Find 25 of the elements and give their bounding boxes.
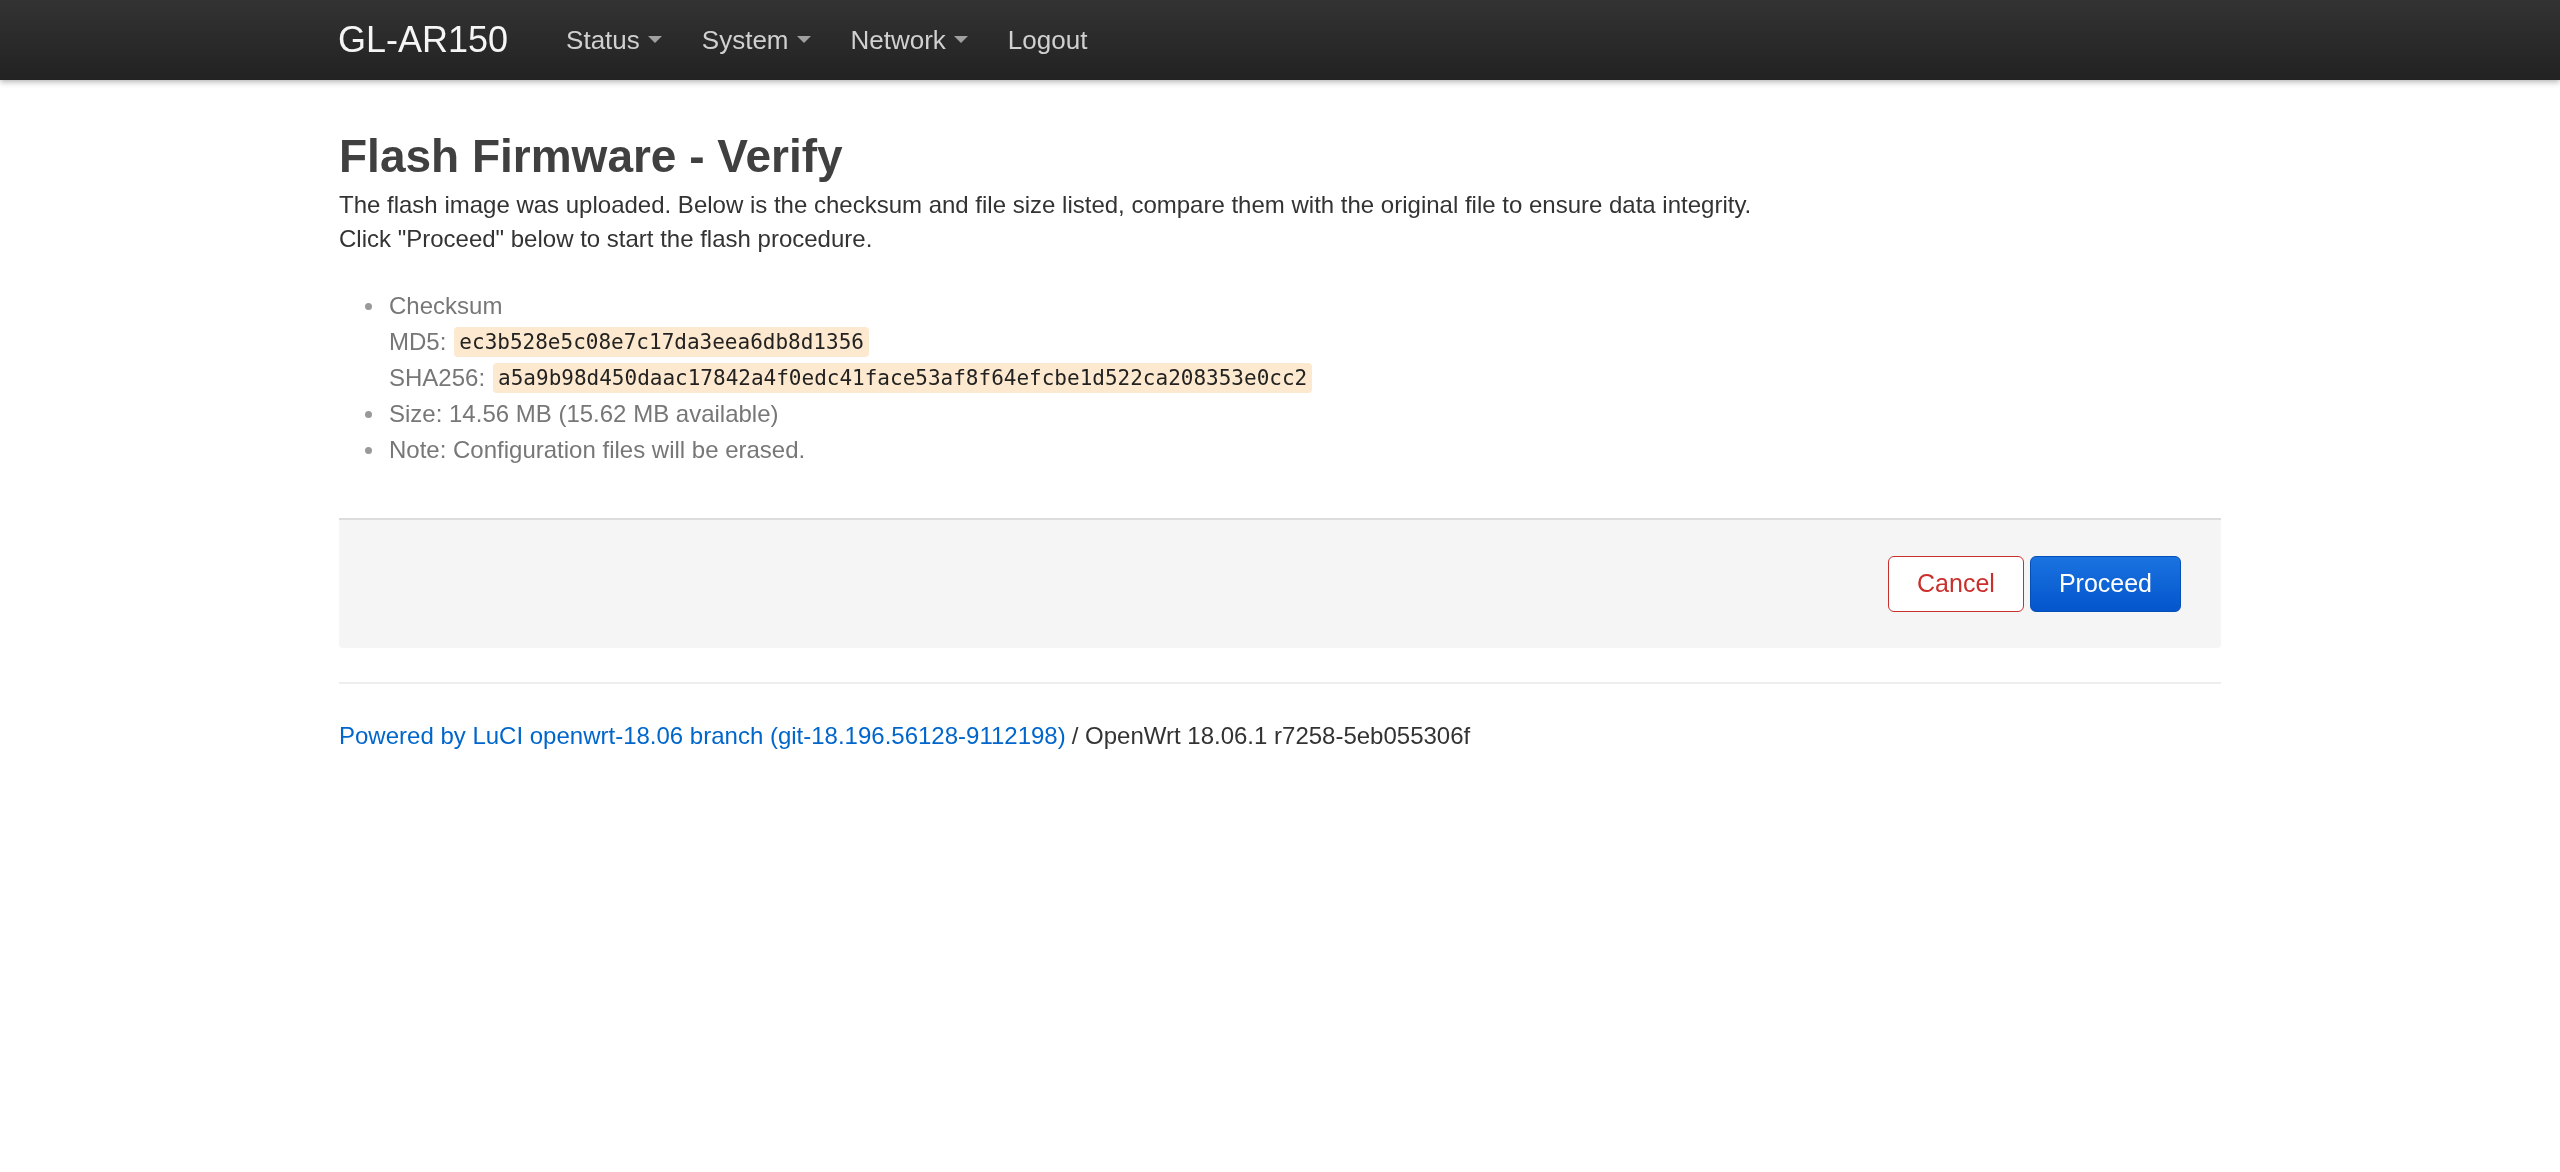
- hash-value: ec3b528e5c08e7c17da3eea6db8d1356: [454, 327, 869, 357]
- version-text: / OpenWrt 18.06.1 r7258-5eb055306f: [1071, 722, 1471, 749]
- bullet-icon: [365, 447, 372, 454]
- nav-menu-item[interactable]: System: [701, 20, 811, 60]
- page-title: Flash Firmware - Verify: [339, 129, 844, 184]
- caret-icon: [953, 36, 968, 44]
- nav-menu-item[interactable]: Network: [850, 20, 968, 60]
- nav-menu-item[interactable]: Status: [566, 20, 662, 60]
- description-text: The flash image was uploaded. Below is the checksum and file size listed, compare them with the original file to ensure data integrity.: [339, 190, 1753, 220]
- hash-value: a5a9b98d450daac17842a4f0edc41face53af8f64efcbe1d522ca208353e0cc2: [493, 363, 1313, 393]
- hash-label: MD5:: [389, 327, 447, 357]
- bullet-icon: [365, 303, 372, 310]
- detail-text: Note: Configuration files will be erased.: [389, 435, 806, 465]
- cancel-button[interactable]: Cancel: [1888, 556, 2024, 612]
- caret-icon: [796, 36, 811, 44]
- detail-label: Checksum: [389, 291, 504, 321]
- hash-label: SHA256:: [389, 363, 486, 393]
- proceed-button[interactable]: Proceed: [2029, 556, 2181, 612]
- detail-text: Size: 14.56 MB (15.62 MB available): [389, 399, 779, 429]
- powered-by-link[interactable]: Powered by LuCI openwrt-18.06 branch (git-18.196.56128-9112198): [339, 722, 1066, 749]
- nav-menu-item[interactable]: Logout: [1007, 20, 1088, 60]
- description-text: Click "Proceed" below to start the flash procedure.: [339, 224, 874, 254]
- caret-icon: [647, 36, 662, 44]
- brand-link[interactable]: GL-AR150: [338, 13, 509, 67]
- bullet-icon: [365, 411, 372, 418]
